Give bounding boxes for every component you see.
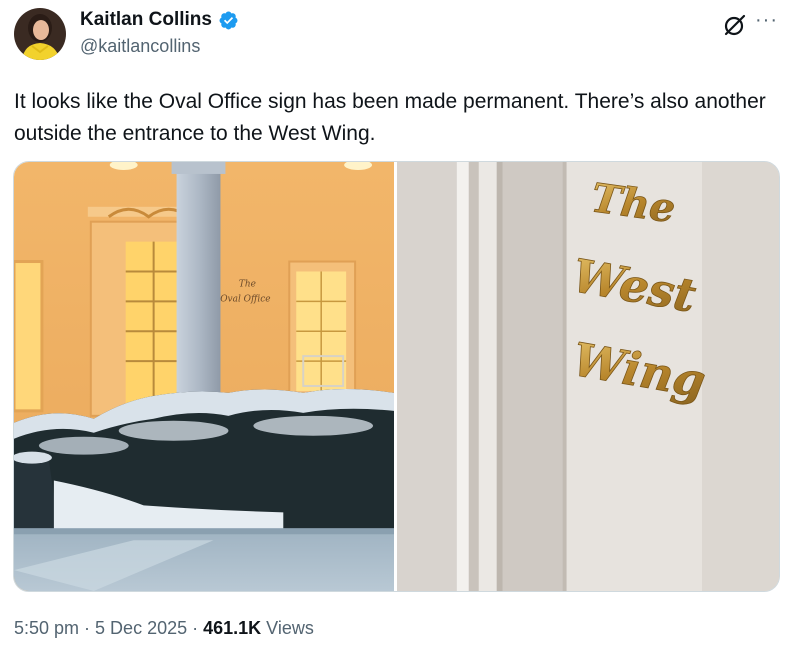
photo-west-wing[interactable]: The West Wing	[397, 162, 779, 591]
tweet-date[interactable]: 5 Dec 2025	[95, 618, 187, 639]
photo-oval-office[interactable]: The Oval Office	[14, 162, 394, 591]
views-count[interactable]: 461.1K	[203, 618, 261, 639]
tweet-time[interactable]: 5:50 pm	[14, 618, 79, 639]
display-name[interactable]: Kaitlan Collins	[80, 9, 212, 31]
more-options-button[interactable]: ···	[755, 10, 778, 30]
tweet-text: It looks like the Oval Office sign has b…	[14, 90, 766, 145]
avatar-image	[14, 8, 66, 60]
author-name-row[interactable]: Kaitlan Collins	[80, 9, 239, 31]
tweet-meta: 5:50 pm · 5 Dec 2025 · 461.1K Views	[14, 618, 314, 639]
handle[interactable]: @kaitlancollins	[80, 36, 200, 57]
grok-icon[interactable]	[722, 12, 748, 38]
views-label[interactable]: Views	[266, 618, 314, 639]
verified-badge-icon	[218, 10, 239, 31]
media-gallery[interactable]: The Oval Office The West Wing	[13, 161, 780, 592]
meta-separator: ·	[192, 618, 199, 638]
meta-separator: ·	[84, 618, 91, 638]
oval-office-sign-line1: The	[239, 279, 256, 289]
oval-office-sign-line2: Oval Office	[220, 294, 270, 304]
avatar[interactable]	[14, 8, 66, 60]
